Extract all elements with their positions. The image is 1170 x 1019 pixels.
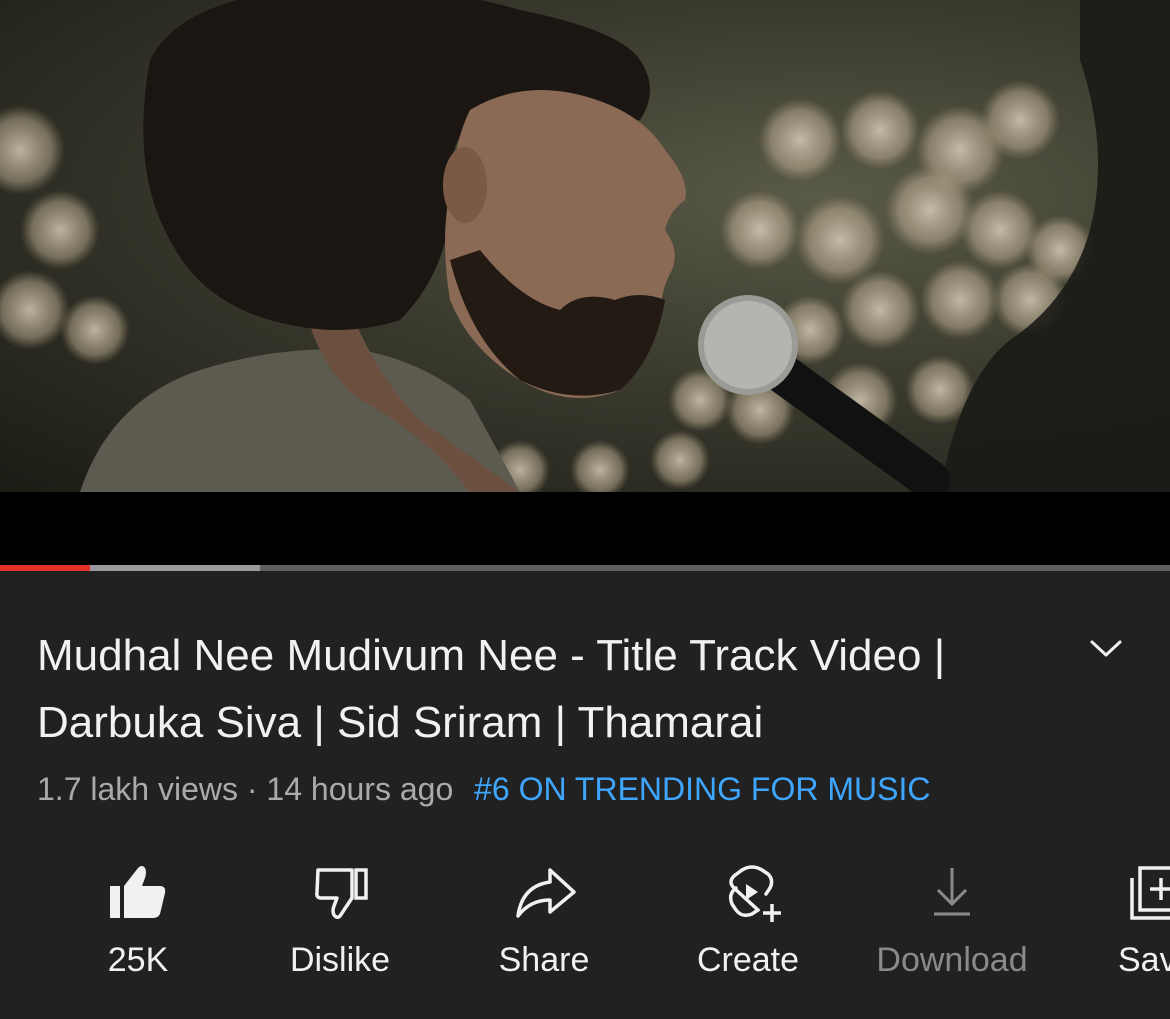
progress-played — [0, 565, 91, 571]
save-playlist-icon — [1128, 864, 1170, 925]
chevron-down-icon[interactable] — [1086, 632, 1126, 664]
thumbs-down-icon — [312, 864, 372, 925]
video-title[interactable]: Mudhal Nee Mudivum Nee - Title Track Vid… — [37, 622, 1047, 756]
save-button[interactable]: Sav — [1118, 860, 1170, 990]
download-label: Download — [876, 941, 1028, 979]
download-button[interactable]: Download — [866, 860, 1038, 990]
video-meta[interactable]: 1.7 lakh views · 14 hours ago #6 ON TREN… — [37, 770, 930, 808]
video-frame[interactable] — [0, 0, 1170, 492]
share-label: Share — [498, 941, 590, 979]
trending-badge[interactable]: #6 ON TRENDING FOR MUSIC — [474, 771, 930, 807]
create-button[interactable]: Create — [688, 860, 808, 990]
video-still-image — [0, 0, 1170, 492]
dislike-label: Dislike — [289, 941, 391, 979]
download-icon — [932, 864, 972, 925]
meta-separator: · — [246, 771, 258, 807]
share-arrow-icon — [514, 864, 578, 925]
dislike-button[interactable]: Dislike — [280, 860, 400, 990]
create-shorts-icon — [722, 864, 786, 929]
video-player[interactable] — [0, 0, 1170, 565]
share-button[interactable]: Share — [484, 860, 604, 990]
create-label: Create — [696, 941, 800, 979]
thumbs-up-icon — [108, 864, 168, 925]
like-button[interactable]: 25K — [78, 860, 198, 990]
video-progress-bar[interactable] — [0, 565, 1170, 571]
save-label: Sav — [1118, 941, 1170, 979]
upload-time: 14 hours ago — [266, 771, 454, 807]
view-count: 1.7 lakh views — [37, 771, 238, 807]
action-bar: 25K Dislike Share Create Download Sav — [0, 860, 1170, 1000]
like-count: 25K — [107, 941, 169, 979]
